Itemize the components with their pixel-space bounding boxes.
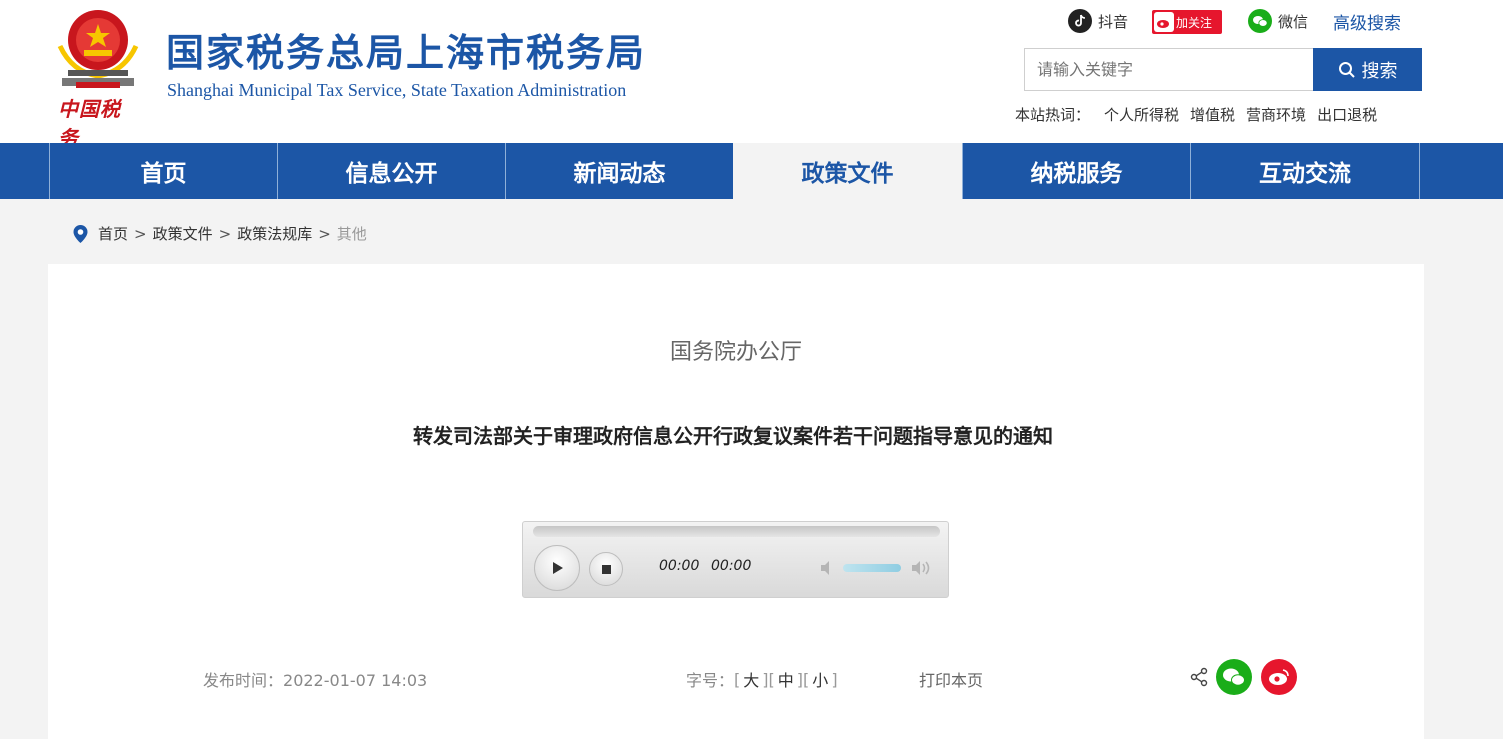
- article-issuer: 国务院办公厅: [669, 340, 802, 365]
- hot-words-label: 本站热词：: [1015, 106, 1091, 124]
- breadcrumb-separator: >: [134, 224, 147, 243]
- volume-mute-icon[interactable]: [819, 559, 837, 577]
- font-size-label: 字号：: [686, 671, 735, 690]
- weibo-follow-button[interactable]: 加关注: [1152, 10, 1222, 34]
- wechat-icon: [1223, 668, 1245, 686]
- breadcrumb-separator: >: [318, 224, 331, 243]
- font-size-medium[interactable]: 中: [778, 667, 794, 691]
- stop-button[interactable]: [589, 552, 623, 586]
- share-bar: [1189, 659, 1306, 695]
- wechat-link[interactable]: 微信: [1248, 8, 1308, 34]
- breadcrumb-current: 其他: [336, 225, 367, 243]
- nav-divider: [1419, 143, 1420, 199]
- audio-duration: 00:00: [711, 558, 752, 574]
- volume-max-icon[interactable]: [910, 559, 932, 577]
- search-button-label: 搜索: [1361, 60, 1398, 82]
- font-size-large[interactable]: 大: [743, 667, 759, 691]
- nav-item-tax-services[interactable]: 纳税服务: [962, 143, 1190, 199]
- print-page-link[interactable]: 打印本页: [919, 667, 983, 691]
- breadcrumb-home[interactable]: 首页: [98, 223, 128, 244]
- site-title[interactable]: 国家税务总局上海市税务局: [166, 22, 646, 77]
- article-title: 转发司法部关于审理政府信息公开行政复议案件若干问题指导意见的通知: [413, 424, 1053, 448]
- play-button[interactable]: [534, 545, 580, 591]
- volume-slider[interactable]: [843, 564, 901, 572]
- hot-word[interactable]: 营商环境: [1246, 104, 1306, 125]
- nav-item-policy-documents[interactable]: 政策文件: [733, 143, 962, 199]
- hot-word[interactable]: 出口退税: [1317, 104, 1377, 125]
- douyin-label: 抖音: [1098, 12, 1129, 31]
- breadcrumb: 首页 > 政策文件 > 政策法规库 > 其他: [72, 223, 367, 244]
- nav-item-home[interactable]: 首页: [49, 143, 277, 199]
- audio-player: 00:00 00:00: [522, 521, 949, 598]
- font-size-small[interactable]: 小: [812, 667, 828, 691]
- font-size-control: 字号： [大] [中] [小]: [686, 667, 838, 691]
- publish-time-value: 2022-01-07 14:03: [283, 671, 428, 690]
- advanced-search-link[interactable]: 高级搜索: [1333, 9, 1401, 34]
- site-subtitle: Shanghai Municipal Tax Service, State Ta…: [167, 80, 627, 100]
- nav-item-news[interactable]: 新闻动态: [505, 143, 733, 199]
- main-nav: 首页 信息公开 新闻动态 政策文件 纳税服务 互动交流: [0, 143, 1503, 199]
- breadcrumb-policy-documents[interactable]: 政策文件: [153, 223, 213, 244]
- share-wechat-button[interactable]: [1216, 659, 1252, 695]
- search-input[interactable]: [1024, 48, 1314, 91]
- stop-icon: [601, 564, 611, 574]
- play-icon: [553, 562, 563, 574]
- douyin-link[interactable]: 抖音: [1068, 8, 1128, 34]
- breadcrumb-separator: >: [218, 224, 232, 243]
- nav-item-info-disclosure[interactable]: 信息公开: [277, 143, 505, 199]
- weibo-label: 加关注: [1176, 15, 1213, 30]
- douyin-icon: [1068, 9, 1092, 33]
- hot-word[interactable]: 增值税: [1190, 104, 1235, 125]
- hot-words: 本站热词： 个人所得税 增值税 营商环境 出口退税: [1015, 104, 1388, 125]
- audio-current-time: 00:00: [659, 558, 700, 574]
- search-button[interactable]: 搜索: [1313, 48, 1422, 91]
- china-tax-logo: 中国税务: [58, 97, 121, 150]
- location-pin-icon: [73, 224, 88, 243]
- hot-word[interactable]: 个人所得税: [1104, 104, 1179, 125]
- wechat-icon: [1248, 9, 1272, 33]
- weibo-icon: [1154, 12, 1174, 32]
- breadcrumb-policy-library[interactable]: 政策法规库: [237, 223, 312, 244]
- nav-item-interaction[interactable]: 互动交流: [1190, 143, 1419, 199]
- search-icon: [1338, 61, 1355, 78]
- audio-progress-bar[interactable]: [533, 526, 940, 537]
- share-weibo-button[interactable]: [1261, 659, 1297, 695]
- share-icon[interactable]: [1189, 667, 1209, 687]
- wechat-label: 微信: [1278, 12, 1309, 31]
- weibo-icon: [1269, 669, 1289, 685]
- publish-time-label: 发布时间：: [203, 671, 284, 690]
- national-emblem-icon[interactable]: [52, 6, 144, 92]
- site-header: 中国税务 国家税务总局上海市税务局 Shanghai Municipal Tax…: [0, 0, 1503, 150]
- publish-time: 发布时间：2022-01-07 14:03: [203, 667, 427, 691]
- article-panel: 国务院办公厅 转发司法部关于审理政府信息公开行政复议案件若干问题指导意见的通知 …: [48, 264, 1424, 739]
